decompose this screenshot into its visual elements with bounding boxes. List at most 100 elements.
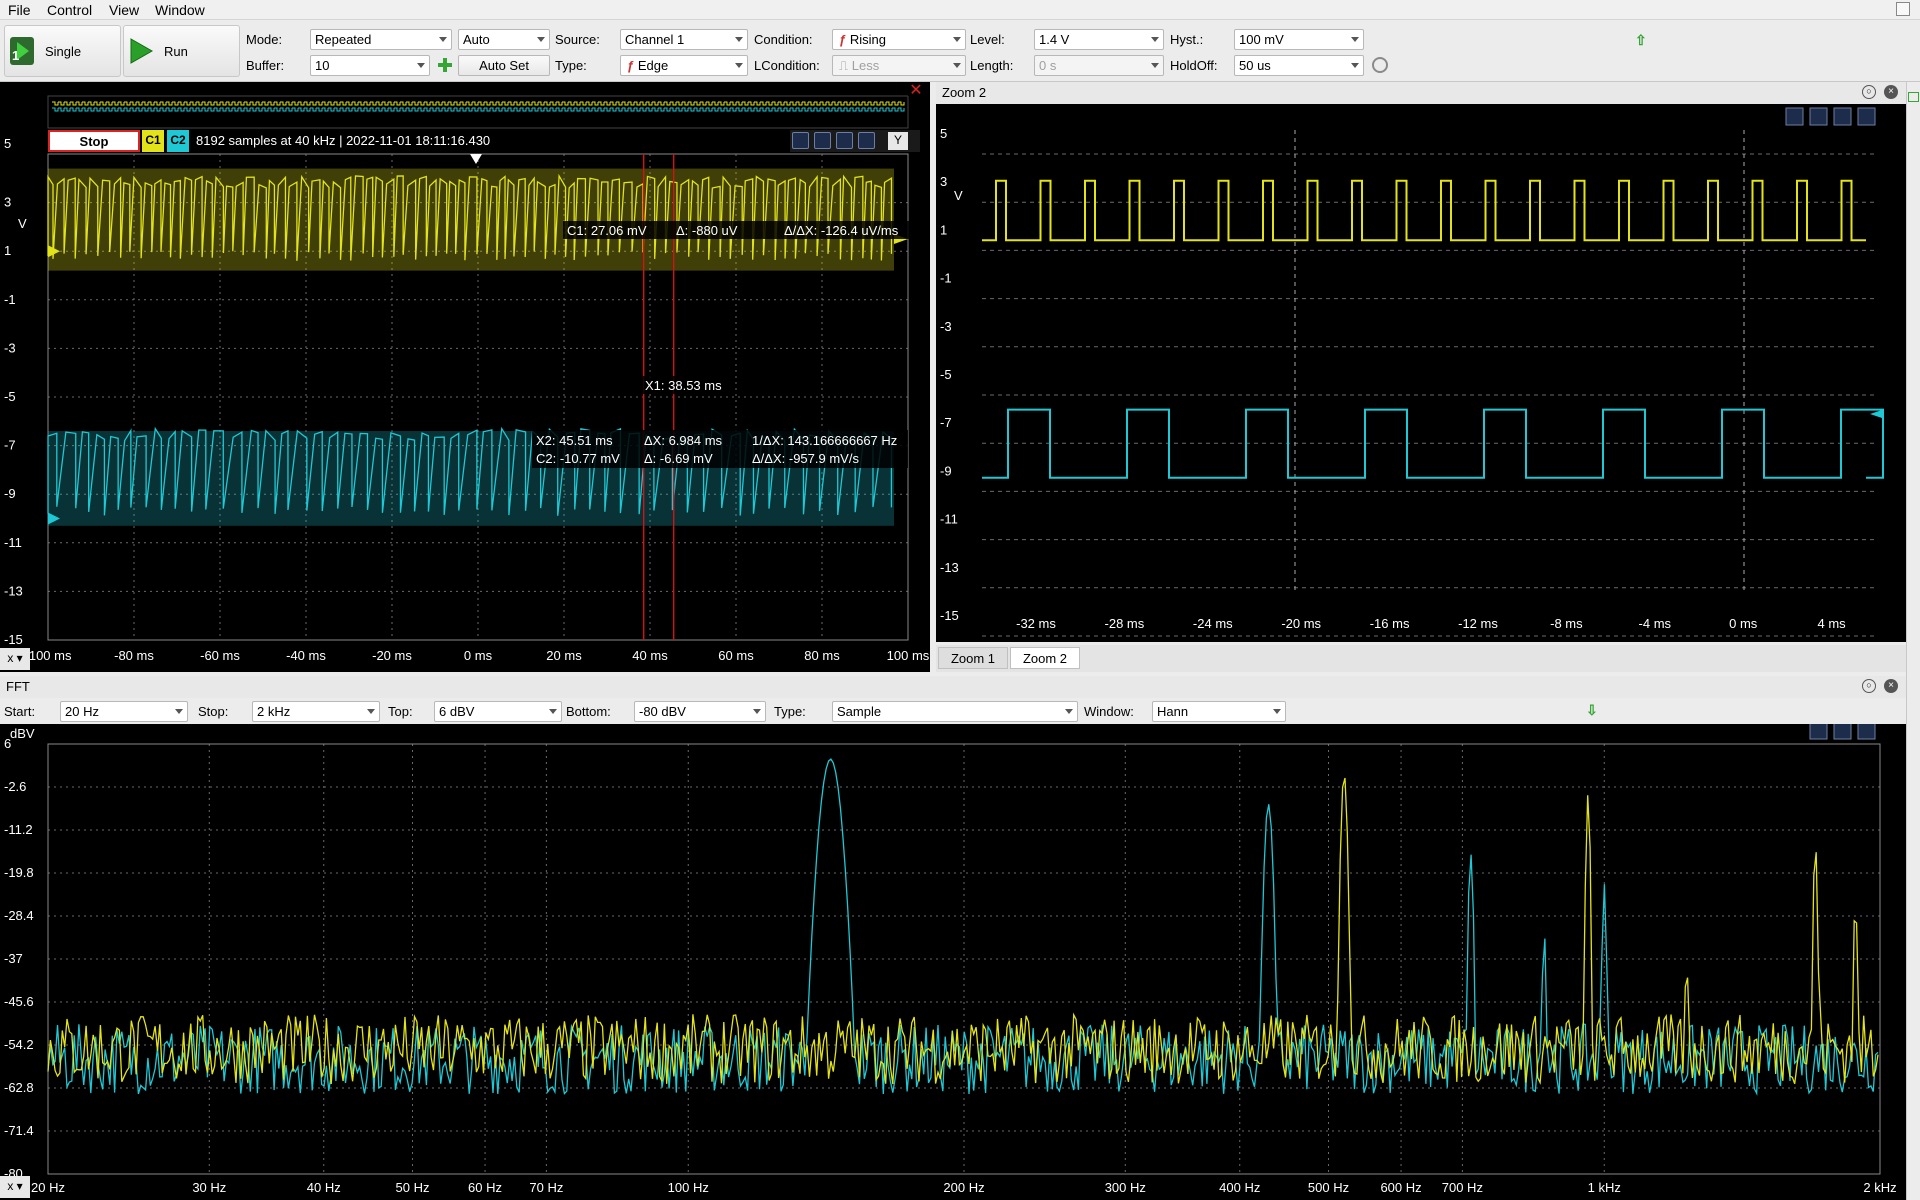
window-restore-icon[interactable]: [1896, 2, 1910, 16]
fft-xtick-13: 1 kHz: [1588, 1180, 1621, 1195]
source-select[interactable]: Channel 1: [620, 29, 748, 50]
zoom-panel: Zoom 2 ○ × V 5 3 1 -1 -3 -5 -7 -9 -11 -13 -15 -32 ms…: [936, 82, 1906, 672]
fft-type-label: Type:: [774, 704, 806, 719]
zoom-tab-bar: Zoom 1 Zoom 2: [936, 645, 1906, 672]
cursor-y-icon[interactable]: [836, 132, 853, 149]
zoom-cursor-x-icon: [1785, 107, 1804, 126]
scope-envelope-c1: [48, 168, 894, 271]
fft-top-input[interactable]: 6 dBV: [434, 701, 562, 722]
fft-title: FFT: [6, 679, 30, 694]
zoom-c2-marker: [1870, 410, 1882, 418]
fft-trace-c2: [47, 758, 1879, 1096]
scope-ytick-10: -15: [4, 632, 23, 647]
single-label: Single: [45, 43, 82, 59]
fft-settings-icon: [1857, 724, 1876, 740]
x-axis-button[interactable]: x ▾: [0, 648, 30, 670]
acquisition-status: 8192 samples at 40 kHz | 2022-11-01 18:1…: [196, 133, 491, 148]
fft-ytick-2: -11.2: [4, 822, 33, 837]
cursor-x1-value: X1: 38.53 ms: [645, 378, 722, 393]
buffer-spinbox[interactable]: 10: [310, 55, 430, 76]
cursor-delta2-value: Δ: -6.69 mV: [644, 451, 713, 466]
menu-window[interactable]: Window: [155, 2, 205, 18]
add-icon[interactable]: [437, 57, 453, 73]
auto-select[interactable]: Auto: [458, 29, 550, 50]
edge-icon: ƒ: [627, 58, 635, 73]
fft-ytick-3: -19.8: [4, 865, 34, 880]
single-button[interactable]: 1 Single: [4, 25, 121, 77]
cursor-x-icon[interactable]: [814, 132, 831, 149]
tab-zoom-2[interactable]: Zoom 2: [1010, 647, 1080, 669]
fft-stop-input[interactable]: 2 kHz: [252, 701, 380, 722]
fft-cursor-y-icon: [1833, 724, 1852, 740]
trigger-toolbar: 1 Single Run Mode: Repeated Auto Buffer:…: [0, 20, 1920, 82]
level-label: Level:: [970, 32, 1005, 47]
arrow-up-icon[interactable]: ⇧: [1635, 32, 1647, 49]
scope-ytick-6: -7: [4, 438, 16, 453]
fft-start-input[interactable]: 20 Hz: [60, 701, 188, 722]
fft-top-label: Top:: [388, 704, 413, 719]
fft-window-value: Hann: [1157, 704, 1189, 719]
type-label: Type:: [555, 58, 587, 73]
undock-icon[interactable]: ○: [1862, 85, 1876, 99]
fft-start-value: 20 Hz: [65, 704, 99, 719]
zoom-fit-icon: [1833, 107, 1852, 126]
fft-type-select[interactable]: Sample: [832, 701, 1078, 722]
fft-ytick-8: -62.8: [4, 1080, 34, 1095]
stop-button[interactable]: Stop: [48, 130, 140, 152]
scope-settings-icon[interactable]: [858, 132, 875, 149]
menu-file[interactable]: File: [8, 2, 31, 18]
zoom-ytick-8: -11: [940, 512, 958, 527]
fft-bottom-label: Bottom:: [566, 704, 611, 719]
scope-xtick-9: 80 ms: [804, 648, 840, 663]
zoom-xtick-2: -24 ms: [1193, 616, 1233, 631]
fft-close-icon[interactable]: ×: [1884, 679, 1898, 693]
dock-panel-icon[interactable]: [1908, 92, 1919, 102]
condition-select[interactable]: ƒ Rising: [832, 29, 966, 50]
channel-c1-button[interactable]: C1: [142, 130, 164, 152]
arrow-down-icon[interactable]: ⇩: [1586, 702, 1598, 719]
fft-bottom-input[interactable]: -80 dBV: [634, 701, 766, 722]
zoom-tool-icon[interactable]: [792, 132, 809, 149]
fft-stop-value: 2 kHz: [257, 704, 291, 719]
channel-c2-button[interactable]: C2: [167, 130, 189, 152]
fft-undock-icon[interactable]: ○: [1862, 679, 1876, 693]
cursor-c1-value: C1: 27.06 mV: [567, 223, 647, 238]
fft-frame: [47, 743, 1881, 1175]
x-axis-label: x: [7, 651, 14, 665]
menu-view[interactable]: View: [109, 2, 139, 18]
auto-set-button[interactable]: Auto Set: [458, 55, 550, 76]
holdoff-input[interactable]: 50 us: [1234, 55, 1364, 76]
tab-zoom-1[interactable]: Zoom 1: [938, 647, 1008, 669]
fft-window-select[interactable]: Hann: [1152, 701, 1286, 722]
y-axis-button[interactable]: Y: [888, 132, 908, 150]
type-select[interactable]: ƒ Edge: [620, 55, 748, 76]
condition-label: Condition:: [754, 32, 813, 47]
scope-ytick-4: -3: [4, 340, 16, 355]
zoom-ytick-6: -7: [940, 415, 952, 430]
gear-icon[interactable]: [1372, 57, 1388, 73]
zoom-xtick-3: -20 ms: [1281, 616, 1321, 631]
fft-panel: FFT ○ × Start: 20 Hz Stop: 2 kHz Top: 6 …: [0, 676, 1906, 1200]
dock-strip: [1906, 82, 1920, 1200]
close-icon[interactable]: ×: [1884, 85, 1898, 99]
run-button[interactable]: Run: [123, 25, 240, 77]
zoom-cursor-y-icon: [1809, 107, 1828, 126]
fft-xtick-2: 40 Hz: [307, 1180, 341, 1195]
mode-select[interactable]: Repeated: [310, 29, 452, 50]
length-input[interactable]: 0 s: [1034, 55, 1164, 76]
scope-xtick-10: 100 ms: [887, 648, 930, 663]
zoom-ytick-1: 3: [940, 174, 947, 189]
hyst-input[interactable]: 100 mV: [1234, 29, 1364, 50]
zoom-ytick-10: -15: [940, 608, 959, 623]
zoom-y-unit: V: [954, 188, 963, 203]
length-value: 0 s: [1039, 58, 1057, 73]
overview-close-icon: ✕: [909, 82, 922, 99]
menu-control[interactable]: Control: [47, 2, 92, 18]
lcondition-select[interactable]: ⎍ Less: [832, 55, 966, 76]
fft-x-axis-button[interactable]: x ▾: [0, 1176, 30, 1198]
pulse-icon: ⎍: [839, 58, 849, 73]
level-input[interactable]: 1.4 V: [1034, 29, 1164, 50]
scope-ytick-9: -13: [4, 583, 23, 598]
menu-bar: File Control View Window: [0, 0, 1920, 20]
zoom-ytick-3: -1: [940, 271, 952, 286]
